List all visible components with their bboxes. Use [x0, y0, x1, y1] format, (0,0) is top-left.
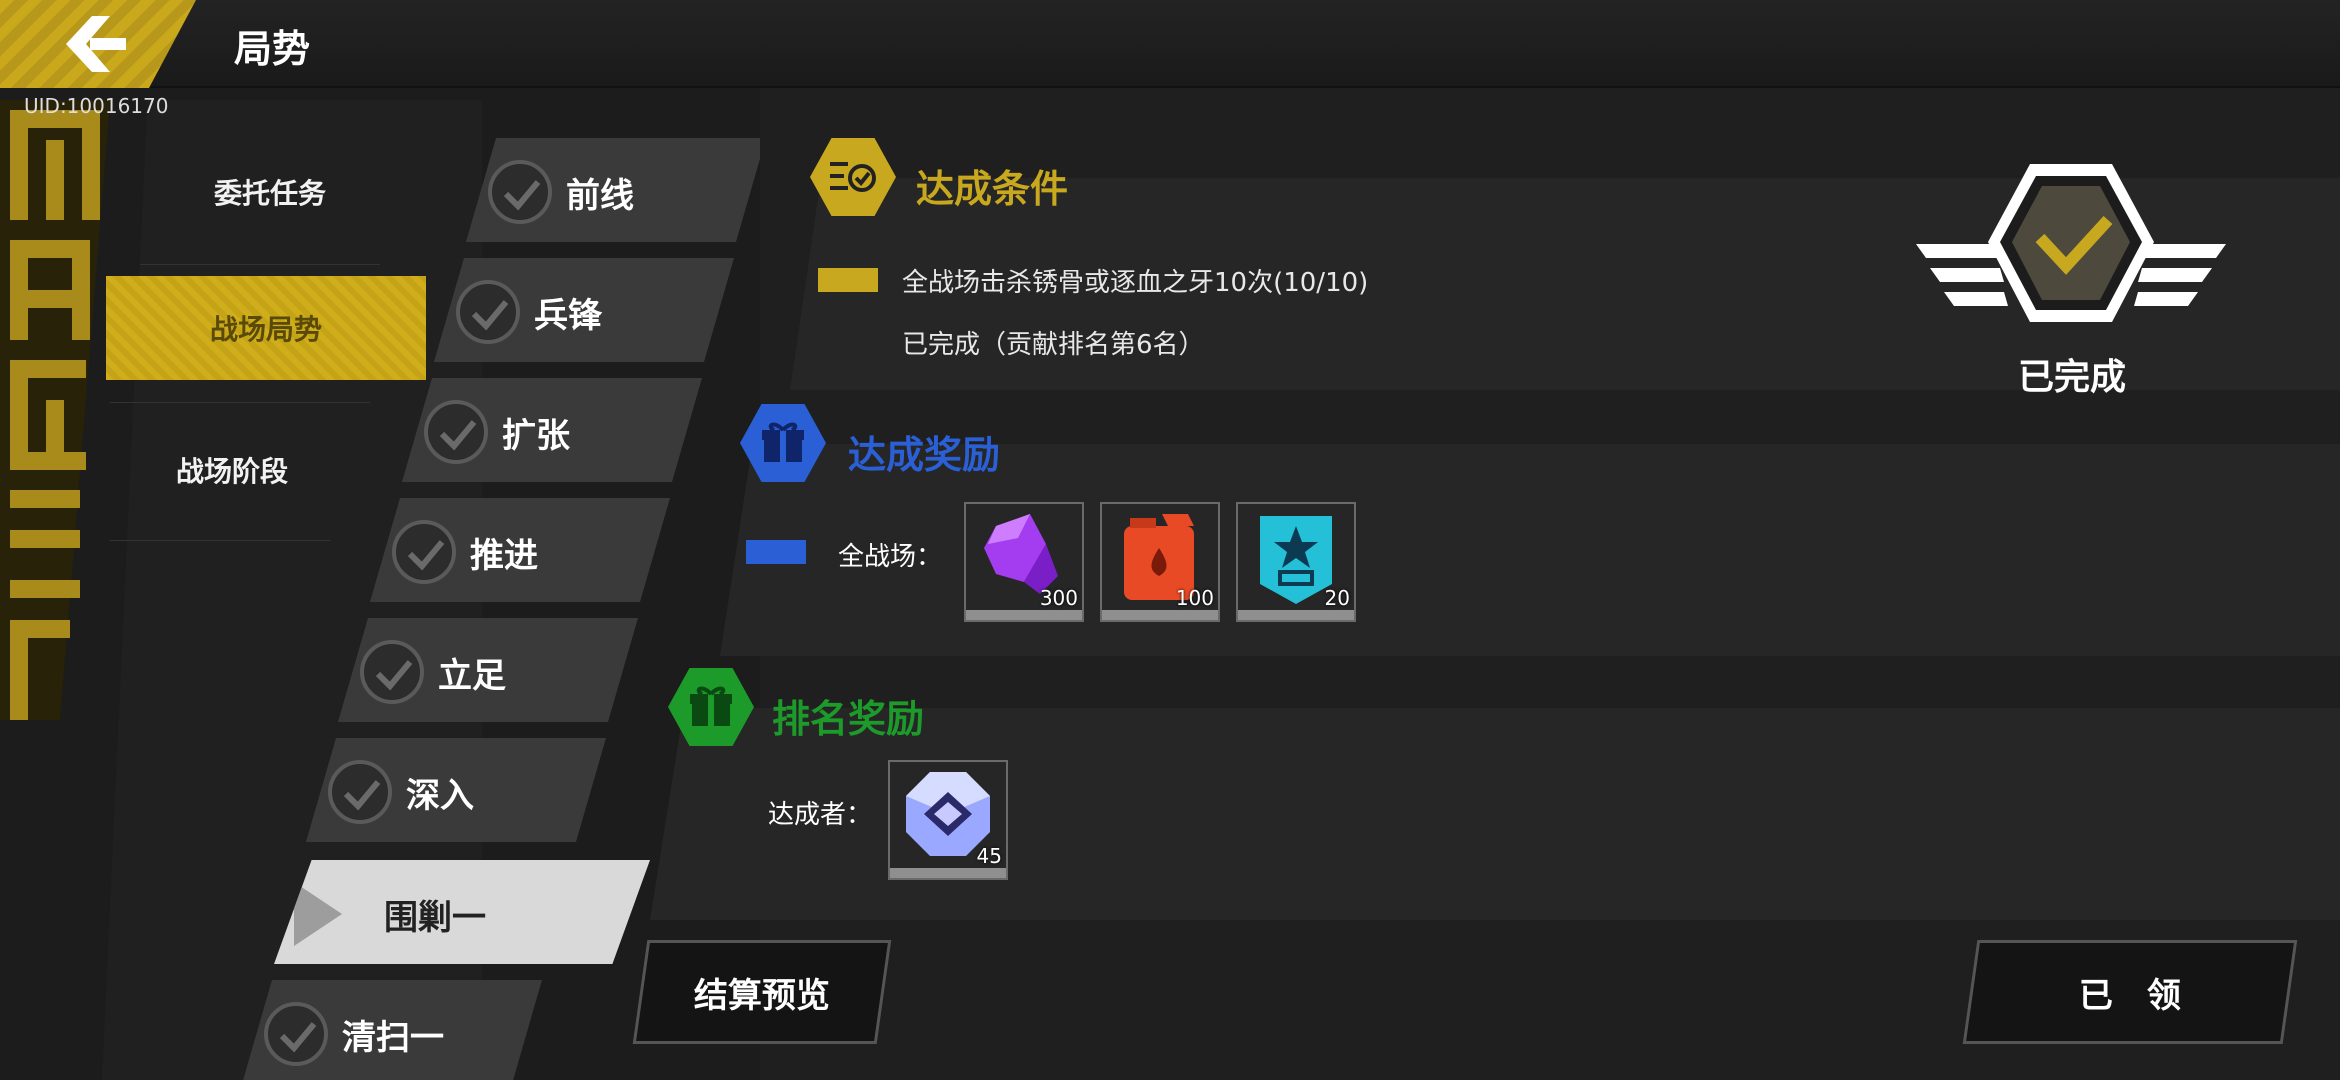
check-circle-icon: [328, 760, 392, 824]
stage-item-frontline[interactable]: 前线: [466, 138, 766, 242]
reward-label: 全战场：: [838, 542, 943, 572]
check-circle-icon: [264, 1002, 328, 1066]
reward-qty: 45: [976, 844, 1002, 868]
reward-qty: 20: [1324, 586, 1350, 610]
stage-label: 兵锋: [534, 296, 602, 336]
item-footer: [966, 610, 1082, 620]
stage-item-encircle-1[interactable]: 围剿一: [274, 860, 650, 964]
page-title: 局势: [234, 27, 311, 71]
stage-label: 扩张: [502, 416, 570, 456]
stage-item-deep[interactable]: 深入: [306, 738, 606, 842]
button-label: 已 领: [2079, 975, 2181, 1016]
stage-label: 清扫一: [342, 1018, 444, 1058]
item-footer: [1238, 610, 1354, 620]
condition-title: 达成条件: [916, 167, 1069, 211]
check-circle-icon: [360, 640, 424, 704]
stage-item-advance[interactable]: 推进: [370, 498, 670, 602]
condition-text: 全战场击杀锈骨或逐血之牙10次(10/10): [902, 268, 1369, 298]
category-label: 战场局势: [209, 313, 322, 346]
selected-arrow-icon: [294, 882, 342, 946]
stage-label: 围剿一: [384, 898, 486, 938]
stage-label: 推进: [470, 536, 538, 576]
category-commission[interactable]: 委托任务: [110, 140, 430, 244]
check-circle-icon: [424, 400, 488, 464]
stage-item-expansion[interactable]: 扩张: [402, 378, 702, 482]
button-label: 结算预览: [694, 975, 830, 1016]
stage-item-sweep-1[interactable]: 清扫一: [242, 980, 542, 1080]
claimed-button[interactable]: 已 领: [1962, 940, 2298, 1044]
uid-label: UID:10016170: [24, 94, 169, 118]
accent-bar: [818, 268, 878, 292]
check-circle-icon: [456, 280, 520, 344]
accent-bar: [746, 540, 806, 564]
rank-reward-label: 达成者：: [768, 800, 873, 830]
reward-qty: 100: [1175, 586, 1214, 610]
stage-label: 立足: [438, 656, 506, 696]
reward-item[interactable]: 300: [964, 502, 1084, 622]
category-battle-situation[interactable]: 战场局势: [106, 276, 426, 380]
status-badge: 已完成: [2018, 357, 2127, 398]
rank-reward-title: 排名奖励: [772, 697, 925, 741]
settlement-preview-button[interactable]: 结算预览: [632, 940, 892, 1044]
back-arrow-icon: [66, 16, 126, 72]
top-bar: 局势: [0, 0, 2340, 88]
category-label: 战场阶段: [175, 455, 288, 488]
category-label: 委托任务: [213, 177, 326, 210]
reward-item[interactable]: 100: [1100, 502, 1220, 622]
divider: [140, 264, 380, 265]
stage-item-vanguard[interactable]: 兵锋: [434, 258, 734, 362]
category-battle-stage[interactable]: 战场阶段: [72, 418, 392, 522]
completed-emblem-icon: [1916, 164, 2226, 322]
reward-item[interactable]: 20: [1236, 502, 1356, 622]
item-footer: [1102, 610, 1218, 620]
reward-title: 达成奖励: [848, 433, 1001, 477]
stage-label: 前线: [566, 176, 634, 216]
reward-item[interactable]: 45: [888, 760, 1008, 880]
divider: [110, 402, 370, 403]
condition-status: 已完成（贡献排名第6名）: [902, 330, 1205, 360]
check-circle-icon: [392, 520, 456, 584]
check-circle-icon: [488, 160, 552, 224]
divider: [110, 540, 330, 541]
back-button[interactable]: [0, 0, 196, 88]
stage-item-foothold[interactable]: 立足: [338, 618, 638, 722]
stage-label: 深入: [406, 776, 474, 816]
item-footer: [890, 868, 1006, 878]
reward-qty: 300: [1039, 586, 1078, 610]
